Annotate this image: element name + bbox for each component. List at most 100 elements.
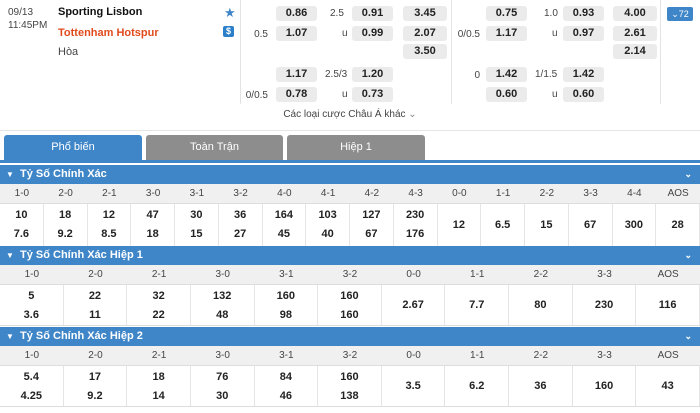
score-odds-value[interactable]: 67 [350, 226, 393, 242]
ft-alt-away-odds[interactable]: 0.78 [276, 87, 317, 102]
h1-over-odds[interactable]: 0.93 [563, 6, 604, 21]
score-odds-value[interactable]: 27 [219, 226, 262, 242]
score-odds-cell[interactable]: 230 [573, 285, 637, 325]
score-odds-value[interactable]: 9.2 [44, 226, 87, 242]
score-odds-cell[interactable]: 300 [613, 204, 657, 247]
score-odds-cell[interactable]: 103 40 [306, 204, 350, 247]
score-odds-cell[interactable]: 30 15 [175, 204, 219, 247]
score-odds-cell[interactable]: 10 7.6 [0, 204, 44, 247]
score-odds-value[interactable]: 6.2 [445, 366, 508, 406]
ft-alt-over-odds[interactable]: 1.20 [352, 67, 393, 82]
h1-alt-under-odds[interactable]: 0.60 [563, 87, 604, 102]
score-odds-cell[interactable]: 6.2 [445, 366, 510, 406]
score-odds-value[interactable]: 8.5 [88, 226, 131, 242]
score-odds-cell[interactable]: 2.67 [382, 285, 446, 325]
score-odds-cell[interactable]: 36 [509, 366, 573, 406]
h1-alt-away-odds[interactable]: 0.60 [486, 87, 527, 102]
score-odds-value[interactable]: 28 [656, 204, 699, 247]
score-odds-cell[interactable]: 43 [636, 366, 700, 406]
section-header[interactable]: ▼ Tỷ Số Chính Xác Hiệp 2 ⌄ [0, 327, 700, 346]
score-odds-value[interactable]: 32 [127, 288, 190, 304]
score-odds-value[interactable]: 47 [131, 207, 174, 223]
score-odds-value[interactable]: 2.67 [382, 285, 445, 325]
score-odds-cell[interactable]: 132 48 [191, 285, 255, 325]
score-odds-value[interactable]: 11 [64, 307, 127, 323]
score-odds-value[interactable]: 14 [127, 388, 190, 404]
h1-1x2-home[interactable]: 4.00 [613, 6, 657, 21]
score-odds-value[interactable]: 36 [509, 366, 572, 406]
score-odds-cell[interactable]: 3.5 [382, 366, 446, 406]
score-odds-cell[interactable]: 164 45 [263, 204, 307, 247]
score-odds-value[interactable]: 30 [175, 207, 218, 223]
section-header[interactable]: ▼ Tỷ Số Chính Xác ⌄ [0, 165, 700, 184]
score-odds-cell[interactable]: 28 [656, 204, 700, 247]
dollar-icon[interactable]: $ [223, 26, 234, 37]
score-odds-value[interactable]: 5.4 [0, 369, 63, 385]
score-odds-cell[interactable]: 230 176 [394, 204, 438, 247]
score-odds-value[interactable]: 40 [306, 226, 349, 242]
score-odds-value[interactable]: 15 [525, 204, 568, 247]
score-odds-cell[interactable]: 127 67 [350, 204, 394, 247]
score-odds-value[interactable]: 160 [318, 288, 381, 304]
score-odds-cell[interactable]: 160 [573, 366, 637, 406]
score-odds-cell[interactable]: 22 11 [64, 285, 128, 325]
score-odds-cell[interactable]: 160 160 [318, 285, 382, 325]
score-odds-value[interactable]: 9.2 [64, 388, 127, 404]
score-odds-value[interactable]: 230 [573, 285, 636, 325]
score-odds-value[interactable]: 22 [127, 307, 190, 323]
score-odds-value[interactable]: 12 [438, 204, 481, 247]
tab-popular[interactable]: Phổ biến [4, 135, 142, 160]
score-odds-value[interactable]: 45 [263, 226, 306, 242]
score-odds-cell[interactable]: 116 [636, 285, 700, 325]
score-odds-cell[interactable]: 160 98 [255, 285, 319, 325]
score-odds-value[interactable]: 5 [0, 288, 63, 304]
score-odds-value[interactable]: 160 [573, 366, 636, 406]
score-odds-value[interactable]: 12 [88, 207, 131, 223]
score-odds-value[interactable]: 6.5 [481, 204, 524, 247]
score-odds-value[interactable]: 48 [191, 307, 254, 323]
score-odds-cell[interactable]: 36 27 [219, 204, 263, 247]
ft-home-odds[interactable]: 0.86 [276, 6, 317, 21]
score-odds-value[interactable]: 4.25 [0, 388, 63, 404]
score-odds-cell[interactable]: 17 9.2 [64, 366, 128, 406]
chevron-down-icon[interactable]: ⌄ [684, 165, 692, 184]
score-odds-value[interactable]: 3.5 [382, 366, 445, 406]
score-odds-value[interactable]: 132 [191, 288, 254, 304]
score-odds-cell[interactable]: 7.7 [445, 285, 510, 325]
score-odds-cell[interactable]: 5 3.6 [0, 285, 64, 325]
score-odds-value[interactable]: 30 [191, 388, 254, 404]
h1-away-odds[interactable]: 1.17 [486, 26, 527, 41]
score-odds-cell[interactable]: 47 18 [131, 204, 175, 247]
score-odds-value[interactable]: 160 [318, 369, 381, 385]
score-odds-value[interactable]: 300 [613, 204, 656, 247]
score-odds-value[interactable]: 76 [191, 369, 254, 385]
h1-home-odds[interactable]: 0.75 [486, 6, 527, 21]
score-odds-cell[interactable]: 18 14 [127, 366, 191, 406]
score-odds-cell[interactable]: 84 46 [255, 366, 319, 406]
score-odds-value[interactable]: 138 [318, 388, 381, 404]
score-odds-value[interactable]: 10 [0, 207, 43, 223]
score-odds-value[interactable]: 15 [175, 226, 218, 242]
score-odds-cell[interactable]: 12 8.5 [88, 204, 132, 247]
score-odds-value[interactable]: 98 [255, 307, 318, 323]
score-odds-value[interactable]: 176 [394, 226, 437, 242]
score-odds-cell[interactable]: 12 [438, 204, 482, 247]
score-odds-value[interactable]: 80 [509, 285, 572, 325]
tab-full-time[interactable]: Toàn Trận [146, 135, 283, 160]
score-odds-cell[interactable]: 80 [509, 285, 573, 325]
more-asian-bets-link[interactable]: Các loại cược Châu Á khác ⌄ [0, 109, 700, 120]
h1-alt-home-odds[interactable]: 1.42 [486, 67, 527, 82]
score-odds-value[interactable]: 116 [636, 285, 699, 325]
ft-over-odds[interactable]: 0.91 [352, 6, 393, 21]
score-odds-value[interactable]: 160 [318, 307, 381, 323]
h1-1x2-draw[interactable]: 2.14 [613, 44, 657, 59]
score-odds-value[interactable]: 67 [569, 204, 612, 247]
score-odds-cell[interactable]: 76 30 [191, 366, 255, 406]
score-odds-value[interactable]: 18 [44, 207, 87, 223]
ft-under-odds[interactable]: 0.99 [352, 26, 393, 41]
score-odds-cell[interactable]: 32 22 [127, 285, 191, 325]
score-odds-cell[interactable]: 5.4 4.25 [0, 366, 64, 406]
ft-1x2-draw[interactable]: 3.50 [403, 44, 447, 59]
score-odds-value[interactable]: 7.6 [0, 226, 43, 242]
tab-first-half[interactable]: Hiệp 1 [287, 135, 425, 160]
